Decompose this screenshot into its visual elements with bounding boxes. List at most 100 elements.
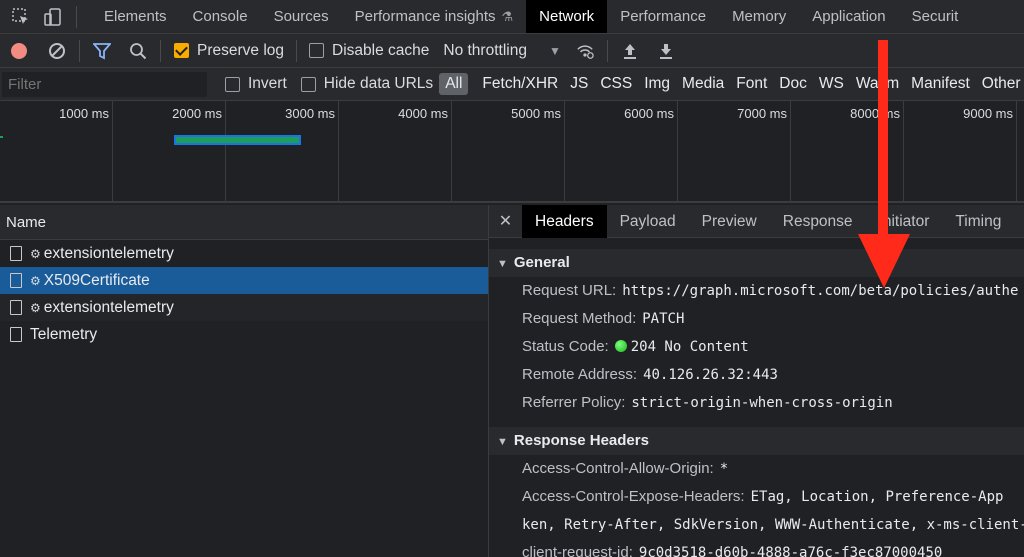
filter-type-js[interactable]: JS	[564, 73, 594, 95]
preserve-log-checkbox[interactable]: Preserve log	[174, 42, 284, 60]
tab-sources[interactable]: Sources	[261, 0, 342, 33]
export-har-icon[interactable]	[656, 41, 676, 61]
tick-label: 7000 ms	[737, 106, 787, 121]
status-code-row: Status Code: 204 No Content	[489, 333, 1024, 361]
tab-payload[interactable]: Payload	[607, 205, 689, 238]
request-url-row: Request URL: https://graph.microsoft.com/…	[489, 277, 1024, 305]
divider	[606, 39, 608, 62]
tab-preview[interactable]: Preview	[689, 205, 770, 238]
filter-type-ws[interactable]: WS	[813, 73, 850, 95]
header-key: Access-Control-Allow-Origin:	[522, 460, 714, 477]
gridline	[677, 101, 678, 201]
name-column-header[interactable]: Name	[0, 205, 488, 240]
file-icon	[10, 327, 22, 342]
disable-cache-label: Disable cache	[332, 41, 430, 59]
filter-type-other[interactable]: Other	[976, 73, 1024, 95]
aceh-continuation-row: ken, Retry-After, SdkVersion, WWW-Authen…	[489, 511, 1024, 539]
general-section-header[interactable]: ▼ General	[489, 249, 1024, 277]
throttling-value: No throttling	[443, 41, 527, 59]
request-list: Name ⚙ extensiontelemetry ⚙ X509Certific…	[0, 205, 489, 557]
checkbox-icon[interactable]	[225, 76, 240, 92]
filter-type-doc[interactable]: Doc	[773, 73, 813, 95]
tick-label: 1000 ms	[59, 106, 109, 121]
request-row[interactable]: Telemetry	[0, 321, 488, 348]
tab-headers[interactable]: Headers	[522, 205, 607, 238]
checkbox-icon[interactable]	[309, 43, 325, 58]
request-row[interactable]: ⚙ extensiontelemetry	[0, 294, 488, 321]
header-key: client-request-id:	[522, 544, 633, 557]
divider	[296, 39, 298, 62]
file-icon	[10, 246, 22, 261]
tab-memory[interactable]: Memory	[719, 0, 799, 33]
tab-performance[interactable]: Performance	[607, 0, 719, 33]
gear-icon: ⚙	[30, 300, 41, 315]
tick-label: 6000 ms	[624, 106, 674, 121]
clear-icon[interactable]	[47, 41, 67, 61]
request-name: Telemetry	[30, 325, 98, 343]
tab-elements[interactable]: Elements	[91, 0, 180, 33]
header-value: strict-origin-when-cross-origin	[631, 395, 893, 411]
gridline	[564, 101, 565, 201]
filter-type-manifest[interactable]: Manifest	[905, 73, 976, 95]
tab-label: Performance insights	[354, 7, 496, 25]
tab-response[interactable]: Response	[770, 205, 866, 238]
tick-label: 4000 ms	[398, 106, 448, 121]
filter-type-media[interactable]: Media	[676, 73, 730, 95]
flask-icon: ⚗	[501, 8, 514, 24]
tab-performance-insights[interactable]: Performance insights ⚗	[342, 0, 527, 33]
header-value: 40.126.26.32:443	[643, 367, 778, 383]
gridline	[451, 101, 452, 201]
gridline	[790, 101, 791, 201]
filter-type-css[interactable]: CSS	[594, 73, 638, 95]
request-row-selected[interactable]: ⚙ X509Certificate	[0, 267, 488, 294]
close-icon[interactable]: ✕	[489, 211, 522, 231]
file-icon	[10, 300, 22, 315]
gridline	[1016, 101, 1017, 201]
checkbox-icon[interactable]	[300, 76, 316, 92]
filter-type-all[interactable]: All	[439, 73, 469, 95]
tab-network[interactable]: Network	[526, 0, 608, 33]
inspect-element-icon[interactable]	[10, 6, 32, 28]
filter-type-font[interactable]: Font	[730, 73, 773, 95]
request-row[interactable]: ⚙ extensiontelemetry	[0, 240, 488, 267]
hide-data-urls-checkbox[interactable]: Hide data URLs	[300, 75, 434, 93]
tick-label: 5000 ms	[511, 106, 561, 121]
request-timing-bar	[174, 135, 301, 145]
section-title: General	[513, 254, 570, 271]
divider	[79, 39, 80, 62]
tick-label: 3000 ms	[285, 106, 335, 121]
file-icon	[10, 273, 22, 288]
network-conditions-icon[interactable]	[575, 41, 595, 61]
disable-cache-checkbox[interactable]: Disable cache	[309, 42, 429, 60]
header-value: https://graph.microsoft.com/beta/policie…	[622, 283, 1019, 299]
hide-data-urls-label: Hide data URLs	[323, 75, 434, 92]
tab-console[interactable]: Console	[180, 0, 261, 33]
throttling-select[interactable]: No throttling ▼	[443, 42, 560, 60]
filter-type-img[interactable]: Img	[638, 73, 676, 95]
search-icon[interactable]	[128, 41, 148, 61]
gear-icon: ⚙	[30, 273, 41, 288]
tab-timing[interactable]: Timing	[942, 205, 1014, 238]
device-toolbar-icon[interactable]	[42, 6, 64, 28]
response-headers-section-header[interactable]: ▼ Response Headers	[489, 427, 1024, 455]
header-key: Status Code:	[522, 338, 609, 355]
section-title: Response Headers	[513, 432, 649, 449]
tab-security[interactable]: Securit	[899, 0, 972, 33]
divider	[160, 39, 161, 62]
divider	[76, 5, 77, 28]
request-name: X509Certificate	[43, 271, 150, 289]
checkbox-checked-icon[interactable]	[174, 43, 189, 58]
status-ok-icon	[614, 340, 627, 352]
header-key: Referrer Policy:	[522, 394, 626, 411]
header-value: *	[719, 461, 729, 477]
tab-application[interactable]: Application	[799, 0, 898, 33]
import-har-icon[interactable]	[620, 41, 640, 61]
filter-icon[interactable]	[92, 41, 112, 61]
record-button[interactable]	[11, 42, 27, 59]
invert-checkbox[interactable]: Invert	[225, 75, 287, 93]
filter-input[interactable]	[2, 71, 207, 97]
aceh-row: Access-Control-Expose-Headers: ETag, Loca…	[489, 483, 1024, 511]
filter-type-fetch-xhr[interactable]: Fetch/XHR	[476, 73, 564, 95]
triangle-down-icon: ▼	[497, 258, 508, 270]
